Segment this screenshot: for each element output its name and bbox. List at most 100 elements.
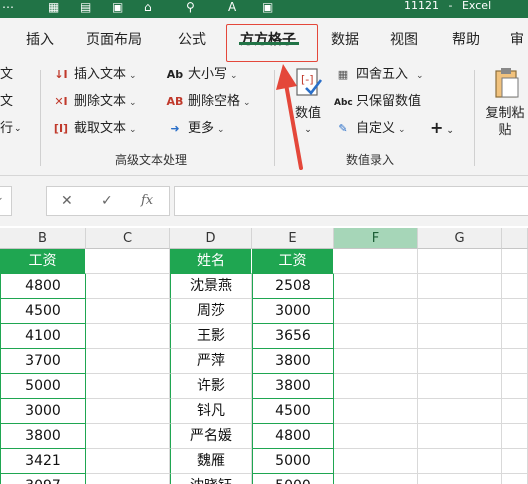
- tab-insert[interactable]: 插入: [26, 30, 54, 50]
- tab-data[interactable]: 数据: [331, 30, 359, 50]
- confirm-icon[interactable]: ✓: [101, 193, 113, 209]
- salary-cell-b[interactable]: 5000: [0, 374, 86, 399]
- empty-cell-f[interactable]: [334, 299, 418, 324]
- empty-cell-f[interactable]: [334, 349, 418, 374]
- name-cell[interactable]: 许影: [170, 374, 252, 399]
- tab-view[interactable]: 视图: [390, 30, 418, 50]
- empty-cell-f[interactable]: [334, 399, 418, 424]
- tab-page-layout[interactable]: 页面布局: [86, 30, 142, 50]
- empty-cell-c[interactable]: [86, 374, 170, 399]
- empty-cell-h[interactable]: [502, 274, 528, 299]
- partial-button-3[interactable]: 行: [0, 120, 13, 138]
- empty-cell-g[interactable]: [418, 249, 502, 274]
- empty-cell-f[interactable]: [334, 274, 418, 299]
- empty-cell-h[interactable]: [502, 474, 528, 484]
- name-cell[interactable]: 周莎: [170, 299, 252, 324]
- empty-cell-g[interactable]: [418, 399, 502, 424]
- partial-button-1[interactable]: 文: [0, 66, 13, 84]
- empty-cell-c[interactable]: [86, 424, 170, 449]
- salary-cell-e[interactable]: 5000: [252, 449, 334, 474]
- insert-text-button[interactable]: ↓I 插入文本 ⌄: [52, 66, 136, 85]
- empty-cell-f[interactable]: [334, 424, 418, 449]
- column-header-c[interactable]: C: [86, 228, 170, 249]
- column-header-g[interactable]: G: [418, 228, 502, 249]
- column-header-f[interactable]: F: [334, 228, 418, 249]
- round-button[interactable]: ▦ 四舍五入 ⌄: [334, 66, 424, 85]
- empty-cell-h[interactable]: [502, 399, 528, 424]
- empty-cell-g[interactable]: [418, 474, 502, 484]
- salary-cell-e[interactable]: 5000: [252, 474, 334, 484]
- quick-access-icon-6[interactable]: A: [228, 0, 236, 14]
- empty-cell-c[interactable]: [86, 299, 170, 324]
- empty-cell-c[interactable]: [86, 274, 170, 299]
- quick-access-icon-4[interactable]: ⌂: [144, 0, 152, 14]
- empty-cell-c[interactable]: [86, 349, 170, 374]
- tab-help[interactable]: 帮助: [452, 30, 480, 50]
- quick-access-icon-1[interactable]: ▦: [48, 0, 59, 14]
- empty-cell-h[interactable]: [502, 324, 528, 349]
- formula-input[interactable]: [174, 186, 528, 216]
- salary-header-cell-b[interactable]: 工资: [0, 249, 86, 274]
- more-button[interactable]: ➜ 更多 ⌄: [166, 120, 224, 139]
- empty-cell-g[interactable]: [418, 324, 502, 349]
- empty-cell-f[interactable]: [334, 374, 418, 399]
- name-cell[interactable]: 沈景燕: [170, 274, 252, 299]
- keep-value-button[interactable]: Abc 只保留数值: [334, 93, 421, 112]
- name-cell[interactable]: 严萍: [170, 349, 252, 374]
- salary-cell-e[interactable]: 4800: [252, 424, 334, 449]
- salary-cell-b[interactable]: 4800: [0, 274, 86, 299]
- empty-cell-c[interactable]: [86, 449, 170, 474]
- partial-button-2[interactable]: 文: [0, 93, 13, 111]
- empty-cell-f[interactable]: [334, 324, 418, 349]
- column-header-e[interactable]: E: [252, 228, 334, 249]
- salary-cell-e[interactable]: 4500: [252, 399, 334, 424]
- quick-access-icon-5[interactable]: ⚲: [186, 0, 195, 14]
- column-header-d[interactable]: D: [170, 228, 252, 249]
- delete-spaces-button[interactable]: AB 删除空格 ⌄: [166, 93, 251, 112]
- quick-access-icon-7[interactable]: ▣: [262, 0, 273, 14]
- empty-cell-g[interactable]: [418, 424, 502, 449]
- empty-cell-h[interactable]: [502, 349, 528, 374]
- empty-cell-g[interactable]: [418, 374, 502, 399]
- column-header-b[interactable]: B: [0, 228, 86, 249]
- empty-cell-h[interactable]: [502, 449, 528, 474]
- empty-cell-g[interactable]: [418, 349, 502, 374]
- salary-cell-b[interactable]: 4100: [0, 324, 86, 349]
- name-cell[interactable]: 钭凡: [170, 399, 252, 424]
- tab-formulas[interactable]: 公式: [178, 30, 206, 50]
- empty-cell-h[interactable]: [502, 424, 528, 449]
- cancel-icon[interactable]: ✕: [61, 193, 73, 209]
- extract-text-button[interactable]: [I] 截取文本 ⌄: [52, 120, 137, 139]
- name-cell[interactable]: 魏雁: [170, 449, 252, 474]
- salary-cell-e[interactable]: 3000: [252, 299, 334, 324]
- name-cell[interactable]: 严名媛: [170, 424, 252, 449]
- name-header-cell[interactable]: 姓名: [170, 249, 252, 274]
- empty-cell-g[interactable]: [418, 274, 502, 299]
- salary-cell-e[interactable]: 3656: [252, 324, 334, 349]
- empty-cell-c[interactable]: [86, 249, 170, 274]
- empty-cell-f[interactable]: [334, 449, 418, 474]
- empty-cell-f[interactable]: [334, 249, 418, 274]
- quick-access-more-icon[interactable]: ⋯: [2, 0, 14, 14]
- plus-button[interactable]: + ⌄: [430, 119, 454, 140]
- empty-cell-h[interactable]: [502, 299, 528, 324]
- empty-cell-c[interactable]: [86, 324, 170, 349]
- salary-cell-e[interactable]: 2508: [252, 274, 334, 299]
- salary-cell-b[interactable]: 3421: [0, 449, 86, 474]
- salary-header-cell-e[interactable]: 工资: [252, 249, 334, 274]
- custom-button[interactable]: ✎ 自定义 ⌄: [334, 120, 405, 139]
- copy-paste-button[interactable]: 复制粘 贴: [482, 66, 528, 139]
- column-header-h[interactable]: [502, 228, 528, 249]
- empty-cell-g[interactable]: [418, 299, 502, 324]
- salary-cell-e[interactable]: 3800: [252, 349, 334, 374]
- quick-access-icon-3[interactable]: ▣: [112, 0, 123, 14]
- case-button[interactable]: Ab 大小写 ⌄: [166, 66, 238, 85]
- salary-cell-b[interactable]: 3000: [0, 399, 86, 424]
- salary-cell-b[interactable]: 3800: [0, 424, 86, 449]
- delete-text-button[interactable]: ✕I 删除文本 ⌄: [52, 93, 136, 112]
- quick-access-icon-2[interactable]: ▤: [80, 0, 91, 14]
- name-cell[interactable]: 王影: [170, 324, 252, 349]
- tab-review-partial[interactable]: 审: [510, 30, 524, 50]
- name-box[interactable]: ⌄: [0, 186, 12, 216]
- salary-cell-b[interactable]: 3700: [0, 349, 86, 374]
